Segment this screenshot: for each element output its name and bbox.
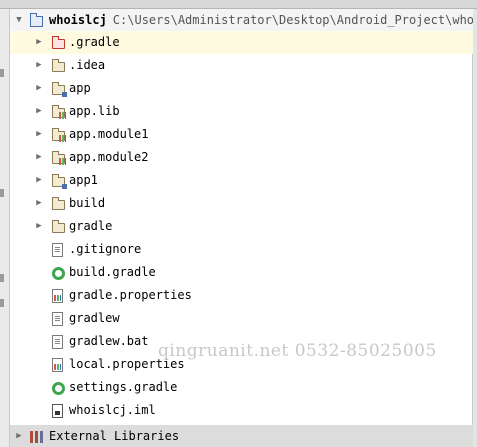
tree-item[interactable]: ▶ gradle bbox=[10, 215, 473, 238]
watermark: qingruanit.net 0532-85025005 bbox=[158, 341, 437, 361]
tree-item-label: settings.gradle bbox=[69, 380, 178, 394]
properties-file-icon bbox=[52, 358, 63, 372]
tree-item-label: gradle bbox=[69, 219, 113, 233]
collapse-arrow-icon[interactable]: ▶ bbox=[34, 169, 44, 192]
tree-item[interactable]: ▶ app1 bbox=[10, 169, 473, 192]
root-name: whoislcj bbox=[49, 13, 107, 27]
tree-item[interactable]: ▶ build bbox=[10, 192, 473, 215]
collapse-arrow-icon[interactable]: ▶ bbox=[34, 123, 44, 146]
collapse-arrow-icon[interactable]: ▶ bbox=[34, 146, 44, 169]
library-module-icon bbox=[51, 128, 66, 142]
tree-root-row[interactable]: ▼ whoislcj C:\Users\Administrator\Desktop… bbox=[10, 9, 473, 31]
tree-item-label: .gradle bbox=[69, 35, 120, 49]
collapse-arrow-icon[interactable]: ▶ bbox=[34, 215, 44, 238]
tree-item[interactable]: ▶ .gradle bbox=[10, 31, 473, 54]
folder-icon bbox=[51, 197, 65, 210]
tree-item[interactable]: ▶ .idea bbox=[10, 54, 473, 77]
root-path: C:\Users\Administrator\Desktop\Android_P… bbox=[112, 13, 473, 27]
gradle-file-icon bbox=[52, 382, 65, 395]
collapse-arrow-icon[interactable]: ▶ bbox=[34, 54, 44, 77]
external-libraries-label: External Libraries bbox=[49, 429, 180, 443]
text-file-icon bbox=[52, 243, 63, 257]
collapse-arrow-icon[interactable]: ▶ bbox=[34, 100, 44, 123]
tool-window-header bbox=[0, 0, 477, 9]
tree-item[interactable]: ▶ app.lib bbox=[10, 100, 473, 123]
tree-item-label: app.lib bbox=[69, 104, 120, 118]
tree-item[interactable]: gradlew bbox=[10, 307, 473, 330]
tree-item[interactable]: build.gradle bbox=[10, 261, 473, 284]
text-file-icon bbox=[52, 335, 63, 349]
text-file-icon bbox=[52, 312, 63, 326]
tree-item-label: build bbox=[69, 196, 106, 210]
tree-item-label: app1 bbox=[69, 173, 98, 187]
libraries-icon bbox=[30, 431, 43, 443]
tree-item[interactable]: gradle.properties bbox=[10, 284, 473, 307]
folder-icon bbox=[51, 220, 65, 233]
tree-item-label: whoislcj.iml bbox=[69, 403, 156, 417]
library-module-icon bbox=[51, 105, 66, 119]
module-folder-icon bbox=[51, 174, 67, 189]
tree-item[interactable]: ▶ app.module1 bbox=[10, 123, 473, 146]
tree-item[interactable]: ▶ app bbox=[10, 77, 473, 100]
tree-item-label: gradlew bbox=[69, 311, 120, 325]
folder-red-icon bbox=[51, 36, 65, 49]
collapse-arrow-icon[interactable]: ▶ bbox=[34, 31, 44, 54]
tree-item-label: gradlew.bat bbox=[69, 334, 149, 348]
left-gutter bbox=[0, 9, 10, 447]
tree-item[interactable]: whoislcj.iml bbox=[10, 399, 473, 422]
tree-item-label: gradle.properties bbox=[69, 288, 192, 302]
tree-item-label: app.module2 bbox=[69, 150, 149, 164]
tree-item[interactable]: ▶ app.module2 bbox=[10, 146, 473, 169]
properties-file-icon bbox=[52, 289, 63, 303]
collapse-arrow-icon[interactable]: ▶ bbox=[34, 192, 44, 215]
tree-item[interactable]: .gitignore bbox=[10, 238, 473, 261]
tree-item-label: app bbox=[69, 81, 91, 95]
module-root-icon bbox=[29, 13, 43, 27]
module-folder-icon bbox=[51, 82, 67, 97]
expand-arrow-icon[interactable]: ▼ bbox=[14, 9, 24, 31]
tree-item-label: .gitignore bbox=[69, 242, 142, 256]
collapse-arrow-icon[interactable]: ▶ bbox=[34, 77, 44, 100]
folder-icon bbox=[51, 59, 65, 72]
tree-item-label: build.gradle bbox=[69, 265, 156, 279]
tree-item[interactable]: settings.gradle bbox=[10, 376, 473, 399]
gradle-file-icon bbox=[52, 267, 65, 280]
collapse-arrow-icon[interactable]: ▶ bbox=[14, 425, 24, 447]
tree-item-label: .idea bbox=[69, 58, 106, 72]
library-module-icon bbox=[51, 151, 66, 165]
iml-file-icon bbox=[52, 404, 63, 418]
tree-item-label: app.module1 bbox=[69, 127, 149, 141]
external-libraries-row[interactable]: ▶ External Libraries bbox=[10, 425, 473, 447]
